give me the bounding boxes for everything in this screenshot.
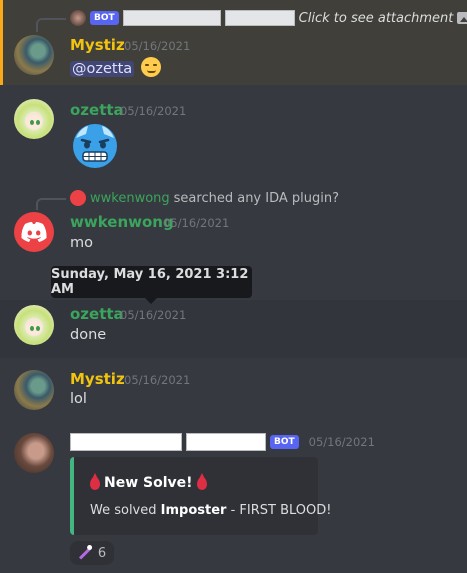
avatar-ozetta[interactable] xyxy=(14,305,54,345)
embed-title: New Solve! xyxy=(104,475,193,491)
blood-drop-icon xyxy=(196,472,207,490)
challenge-name: Imposter xyxy=(160,503,227,518)
username[interactable]: Mystiz xyxy=(70,36,125,54)
timestamp: 05/16/2021 xyxy=(163,216,230,230)
magic-wand-icon xyxy=(78,546,91,560)
solve-embed: New Solve! We solved Imposter - FIRST BL… xyxy=(70,457,331,535)
reply-avatar xyxy=(70,10,86,26)
bot-tag: BOT xyxy=(90,11,119,25)
message-content: @ozetta xyxy=(70,57,161,77)
timestamp: 05/16/2021 xyxy=(124,373,191,387)
avatar-mystiz[interactable] xyxy=(14,35,54,75)
username[interactable]: wwkenwong xyxy=(70,213,174,231)
timestamp-tooltip: Sunday, May 16, 2021 3:12 AM xyxy=(51,266,252,304)
username[interactable]: ozetta xyxy=(70,305,124,323)
timestamp: 05/16/2021 xyxy=(308,435,375,449)
cold-face-emoji xyxy=(73,124,117,168)
username[interactable]: ozetta xyxy=(70,101,124,119)
smirk-emoji xyxy=(140,57,161,77)
timestamp: 05/16/2021 xyxy=(120,104,187,118)
discord-logo-icon xyxy=(21,222,47,242)
reply-spine xyxy=(36,198,66,210)
message-content: mo xyxy=(70,235,93,251)
reaction-count: 6 xyxy=(97,545,107,561)
reply-spine xyxy=(36,18,66,32)
bot-header: BOT 05/16/2021 xyxy=(70,433,375,451)
user-mention[interactable]: @ozetta xyxy=(70,61,135,77)
avatar-mystiz[interactable] xyxy=(14,370,54,410)
message-content: lol xyxy=(70,391,87,407)
embed-description: We solved Imposter - FIRST BLOOD! xyxy=(90,503,332,518)
bot-tag: BOT xyxy=(270,435,299,449)
redacted-name xyxy=(224,10,295,26)
reply-text[interactable]: searched any IDA plugin? xyxy=(174,191,339,206)
embed-title-row: New Solve! xyxy=(90,472,207,491)
reply-context[interactable]: BOT Click to see attachment xyxy=(70,10,467,26)
blood-drop-icon xyxy=(90,472,100,490)
message-content: done xyxy=(70,327,107,343)
mention-highlight-bar xyxy=(0,0,3,85)
redacted-name xyxy=(70,433,182,451)
timestamp: 05/16/2021 xyxy=(124,39,191,53)
reply-author[interactable]: wwkenwong xyxy=(90,191,170,206)
redacted-name xyxy=(186,433,266,451)
image-icon xyxy=(457,12,467,24)
reply-context[interactable]: wwkenwong searched any IDA plugin? xyxy=(70,190,339,206)
click-to-see-attachment[interactable]: Click to see attachment xyxy=(299,11,454,26)
reply-avatar xyxy=(70,190,86,206)
username[interactable]: Mystiz xyxy=(70,370,125,388)
reaction-button[interactable]: 6 xyxy=(70,541,114,565)
redacted-name xyxy=(122,10,221,26)
avatar-ozetta[interactable] xyxy=(14,99,54,139)
avatar-bot[interactable] xyxy=(14,433,54,473)
avatar-wwkenwong[interactable] xyxy=(14,212,54,252)
timestamp: 05/16/2021 xyxy=(120,308,187,322)
